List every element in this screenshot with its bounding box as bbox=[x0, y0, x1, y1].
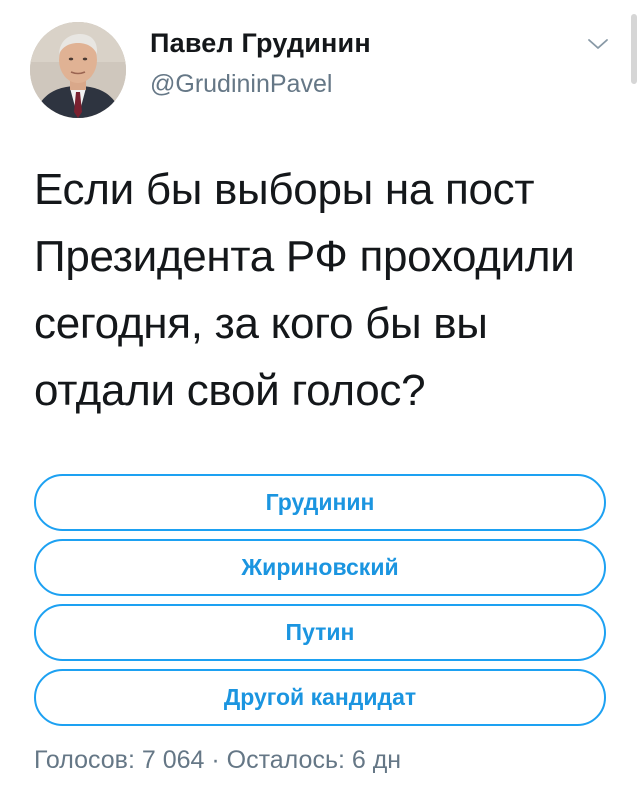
tweet-text-line: сегодня, за кого бы вы bbox=[34, 299, 488, 348]
tweet-text: Если бы выборы на пост Президента РФ про… bbox=[34, 156, 614, 424]
profile-photo bbox=[30, 22, 126, 118]
poll-option-zhirinovsky[interactable]: Жириновский bbox=[34, 539, 606, 596]
author-handle[interactable]: @GrudininPavel bbox=[150, 70, 332, 99]
poll-meta-separator: · bbox=[211, 746, 220, 774]
poll-meta: Голосов: 7 064 · Осталось: 6 дн bbox=[34, 746, 401, 775]
poll-option-other-candidate[interactable]: Другой кандидат bbox=[34, 669, 606, 726]
poll-time-remaining: Осталось: 6 дн bbox=[226, 746, 402, 774]
tweet-text-line: Если бы выборы на пост bbox=[34, 165, 535, 214]
tweet-text-line: отдали свой голос? bbox=[34, 366, 426, 415]
poll-option-grudinin[interactable]: Грудинин bbox=[34, 474, 606, 531]
tweet-card: Павел Грудинин @GrudininPavel Если бы вы… bbox=[0, 0, 639, 803]
scrollbar[interactable] bbox=[631, 14, 637, 84]
chevron-down-icon[interactable] bbox=[586, 36, 610, 52]
poll-votes-count: Голосов: 7 064 bbox=[34, 746, 205, 774]
author-name[interactable]: Павел Грудинин bbox=[150, 28, 371, 59]
poll: Грудинин Жириновский Путин Другой кандид… bbox=[34, 474, 606, 734]
tweet-text-line: Президента РФ проходили bbox=[34, 232, 575, 281]
avatar[interactable] bbox=[30, 22, 126, 118]
poll-option-putin[interactable]: Путин bbox=[34, 604, 606, 661]
